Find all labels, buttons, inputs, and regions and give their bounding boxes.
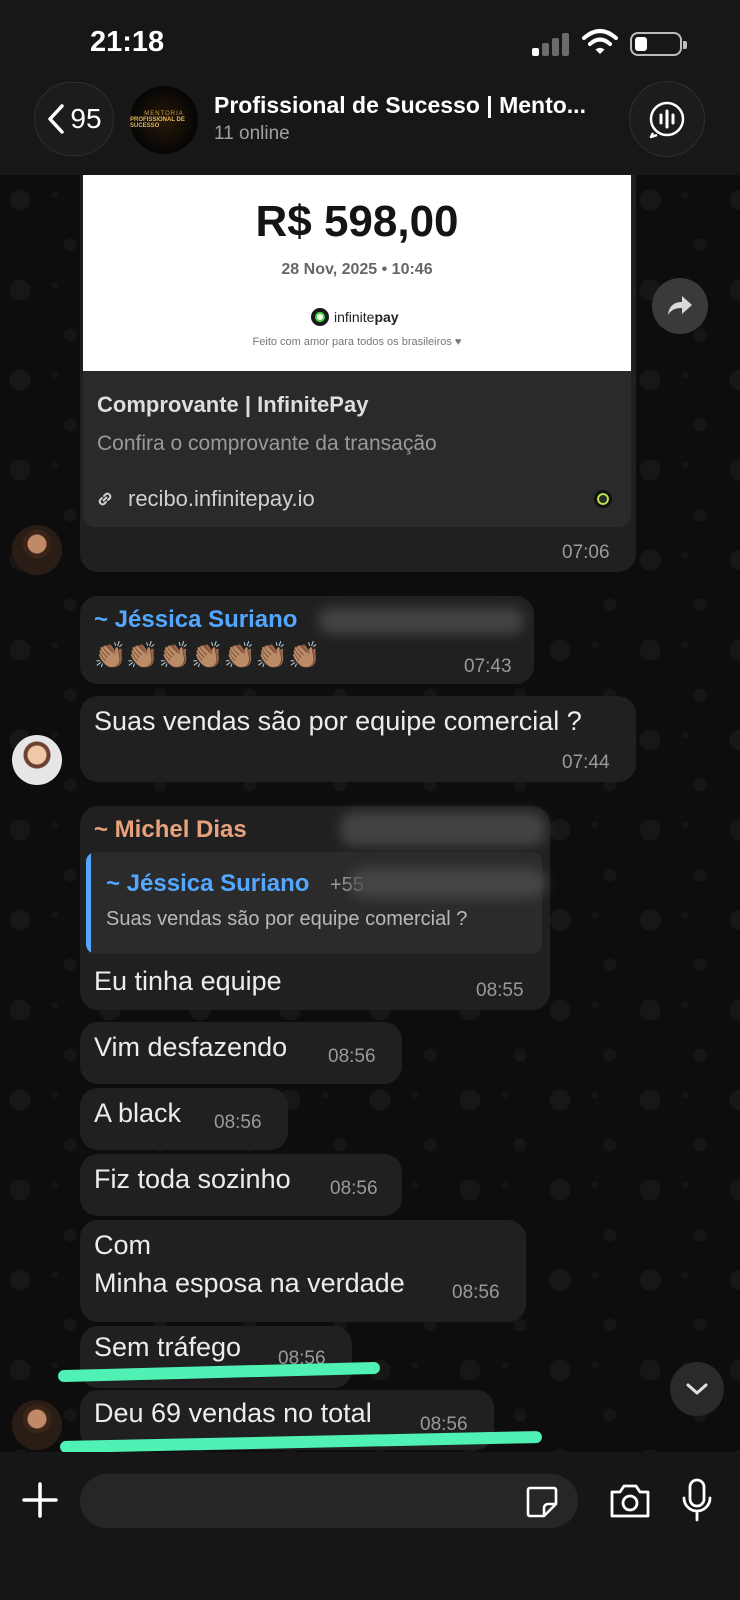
link-title: Comprovante | InfinitePay [97, 392, 369, 417]
link-icon [98, 492, 112, 506]
wifi-icon [582, 29, 618, 54]
message-input[interactable] [80, 1474, 578, 1528]
quote-text: Suas vendas são por equipe comercial ? [106, 908, 468, 930]
chevron-down-icon [686, 1383, 708, 1395]
plus-icon[interactable] [20, 1480, 60, 1520]
message-text: Eu tinha equipe [94, 966, 282, 996]
voice-chat-button[interactable] [629, 81, 705, 157]
avatar[interactable] [12, 525, 62, 575]
link-url[interactable]: recibo.infinitepay.io [128, 486, 315, 512]
forward-icon [668, 296, 692, 315]
message-time: 08:56 [328, 1046, 376, 1067]
message-time: 08:56 [330, 1178, 378, 1199]
chat-header: 21:18 95 MENTORIA PROFISSIONAL DE SUCESS… [0, 0, 740, 175]
online-status: 11 online [214, 123, 290, 144]
message-text-line2: Minha esposa na verdade [94, 1268, 405, 1298]
message-text: Suas vendas são por equipe comercial ? [94, 706, 582, 736]
brand-part-b: pay [374, 309, 399, 325]
message-time: 08:56 [452, 1282, 500, 1303]
camera-icon[interactable] [608, 1482, 652, 1520]
message-time: 07:06 [562, 542, 610, 563]
message-text: A black [94, 1098, 182, 1128]
group-title[interactable]: Profissional de Sucesso | Mento... [214, 92, 586, 119]
message-time: 08:56 [214, 1112, 262, 1133]
forward-button[interactable] [652, 278, 708, 334]
message-text: Fiz toda sozinho [94, 1164, 291, 1194]
link-description: Confira o comprovante da transação [97, 432, 437, 455]
message-text: 👏🏽👏🏽👏🏽👏🏽👏🏽👏🏽👏🏽 [94, 640, 321, 670]
mic-icon[interactable] [680, 1478, 714, 1522]
avatar-text-2: PROFISSIONAL DE SUCESSO [130, 117, 185, 129]
quote-sender: ~ Jéssica Suriano [106, 870, 310, 897]
brand-part-a: infinite [334, 309, 375, 325]
signal-icon [532, 32, 572, 56]
infinitepay-favicon-icon [594, 490, 612, 508]
group-avatar[interactable]: MENTORIA PROFISSIONAL DE SUCESSO [130, 86, 198, 154]
avatar[interactable] [12, 735, 62, 785]
battery-icon [630, 32, 687, 56]
sticker-icon[interactable] [524, 1484, 560, 1520]
message-text: Deu 69 vendas no total [94, 1398, 372, 1428]
message-time: 07:44 [562, 752, 610, 773]
waveform-icon [649, 101, 685, 139]
infinitepay-logo: infinitepay [311, 308, 399, 326]
message-text-line1: Com [94, 1230, 152, 1260]
sender-name[interactable]: ~ Michel Dias [94, 816, 247, 844]
message-time: 08:55 [476, 980, 524, 1001]
unread-count: 95 [70, 103, 102, 134]
redacted-phone [340, 812, 546, 846]
quote-bar [86, 852, 91, 954]
back-button[interactable]: 95 [34, 82, 114, 156]
message-time: 07:43 [464, 656, 512, 677]
sender-name[interactable]: ~ Jéssica Suriano [94, 606, 297, 634]
chevron-left-icon [48, 104, 65, 134]
avatar[interactable] [12, 1400, 62, 1450]
status-time: 21:18 [90, 26, 165, 58]
receipt-image[interactable]: R$ 598,00 28 Nov, 2025 • 10:46 infinitep… [83, 175, 631, 371]
message-text: Vim desfazendo [94, 1032, 288, 1062]
infinitepay-ring-icon [311, 308, 329, 326]
receipt-date: 28 Nov, 2025 • 10:46 [281, 261, 433, 278]
redacted-phone [350, 868, 546, 898]
receipt-amount: R$ 598,00 [255, 197, 459, 246]
scroll-to-bottom-button[interactable] [670, 1362, 724, 1416]
redacted-phone [318, 608, 524, 634]
message-text: Sem tráfego [94, 1332, 242, 1362]
receipt-footer: Feito com amor para todos os brasileiros… [252, 336, 462, 348]
